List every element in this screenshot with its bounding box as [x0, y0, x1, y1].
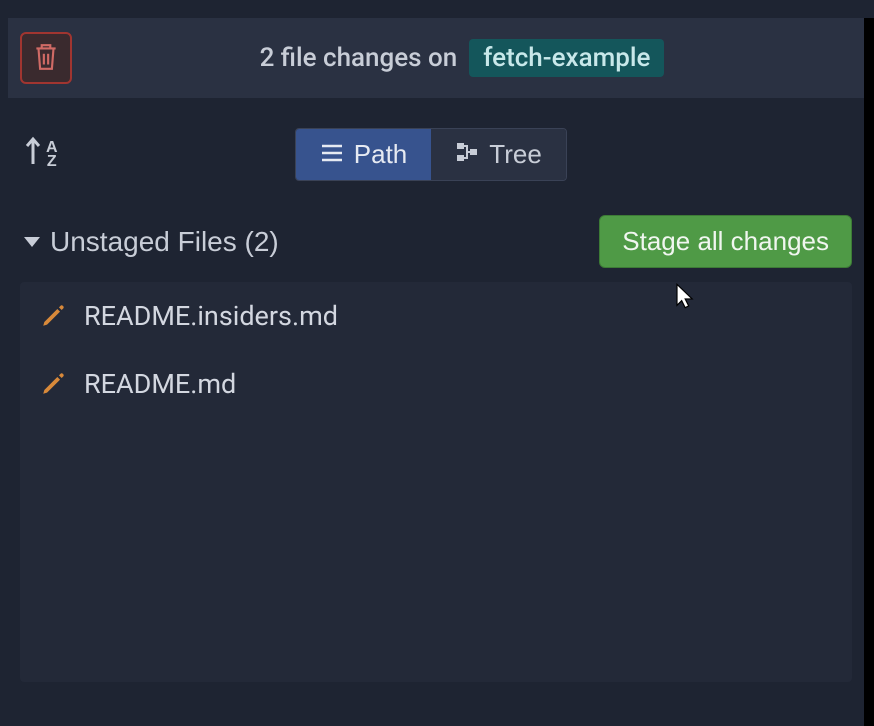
sort-az-icon: A Z	[46, 141, 58, 169]
sort-button[interactable]: A Z	[24, 136, 58, 174]
header-title: 2 file changes on fetch-example	[72, 39, 852, 77]
unstaged-section-header: Unstaged Files (2) Stage all changes	[8, 201, 864, 282]
hamburger-icon	[320, 139, 344, 170]
trash-icon	[33, 42, 59, 75]
view-path-button[interactable]: Path	[296, 129, 432, 180]
unstaged-title: Unstaged Files (2)	[50, 226, 279, 258]
window-edge	[864, 18, 874, 726]
branch-chip[interactable]: fetch-example	[469, 39, 664, 77]
view-toolbar: A Z Path	[8, 98, 864, 201]
file-name: README.insiders.md	[84, 300, 338, 332]
changes-count-text: 2 file changes on	[260, 43, 458, 73]
view-tree-button[interactable]: Tree	[431, 129, 566, 180]
pencil-icon	[40, 303, 66, 329]
file-row[interactable]: README.insiders.md	[20, 282, 852, 350]
sort-arrow-icon	[24, 136, 42, 174]
stage-all-button[interactable]: Stage all changes	[599, 215, 852, 268]
file-row[interactable]: README.md	[20, 350, 852, 418]
caret-down-icon	[24, 237, 40, 247]
view-tree-label: Tree	[489, 139, 542, 170]
pencil-icon	[40, 371, 66, 397]
unstaged-toggle[interactable]: Unstaged Files (2)	[24, 226, 279, 258]
view-path-label: Path	[354, 139, 408, 170]
file-name: README.md	[84, 368, 236, 400]
unstaged-file-list: README.insiders.md README.md	[20, 282, 852, 682]
tree-icon	[455, 139, 479, 170]
view-mode-segmented: Path Tree	[295, 128, 567, 181]
changes-header: 2 file changes on fetch-example	[8, 18, 864, 98]
discard-all-button[interactable]	[20, 32, 72, 84]
